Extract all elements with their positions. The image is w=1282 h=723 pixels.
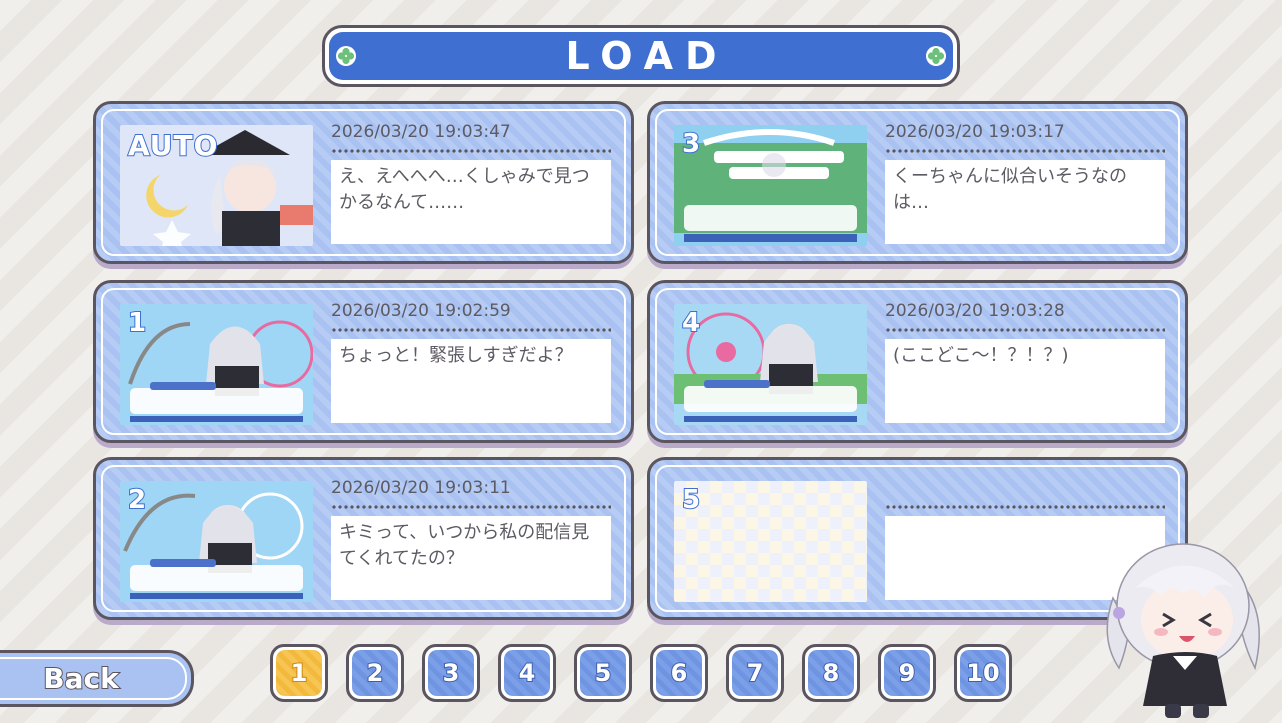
page-button-6[interactable]: 6 [650, 644, 708, 702]
slot-thumbnail: 3 [674, 125, 867, 246]
slot-message: くーちゃんに似合いそうなのは… [885, 160, 1165, 244]
divider [331, 149, 611, 153]
save-slot-4[interactable]: 4 2026/03/20 19:03:28 (ここどこ～！？！？) [647, 280, 1188, 443]
page-button-1[interactable]: 1 [270, 644, 328, 702]
clover-icon [926, 46, 946, 66]
slot-label: 3 [681, 128, 701, 160]
save-slot-2[interactable]: 2 2026/03/20 19:03:11 キミって、いつから私の配信見てくれて… [93, 457, 634, 620]
slot-thumbnail: 4 [674, 304, 867, 425]
divider [885, 505, 1165, 509]
slot-message: (ここどこ～！？！？) [885, 339, 1165, 423]
save-slot-auto[interactable]: AUTO 2026/03/20 19:03:47 え、えへへへ…くしゃみで見つか… [93, 101, 634, 264]
divider [885, 149, 1165, 153]
mascot-character [1106, 543, 1260, 718]
page-button-9[interactable]: 9 [878, 644, 936, 702]
slot-message: え、えへへへ…くしゃみで見つかるなんて…… [331, 160, 611, 244]
slot-label: 5 [681, 484, 701, 516]
back-button-label: Back [42, 661, 119, 696]
slot-label: AUTO [127, 128, 219, 163]
page-button-10[interactable]: 10 [954, 644, 1012, 702]
title-bar: LOAD [329, 32, 953, 80]
divider [331, 328, 611, 332]
page-button-8[interactable]: 8 [802, 644, 860, 702]
slot-thumbnail: 2 [120, 481, 313, 602]
page-button-3[interactable]: 3 [422, 644, 480, 702]
slot-message: ちょっと！緊張しすぎだよ？ [331, 339, 611, 423]
save-slot-3[interactable]: 3 2026/03/20 19:03:17 くーちゃんに似合いそうなのは… [647, 101, 1188, 264]
slot-date: 2026/03/20 19:03:11 [331, 478, 511, 498]
slot-date: 2026/03/20 19:03:17 [885, 122, 1065, 142]
slot-thumbnail: 1 [120, 304, 313, 425]
slot-label: 4 [681, 307, 701, 339]
clover-icon [336, 46, 356, 66]
slot-label: 1 [127, 307, 147, 339]
slot-label: 2 [127, 484, 147, 516]
slot-thumbnail: AUTO [120, 125, 313, 246]
page-button-2[interactable]: 2 [346, 644, 404, 702]
slot-thumbnail-empty: 5 [674, 481, 867, 602]
title-banner: LOAD [322, 25, 960, 87]
slot-date: 2026/03/20 19:03:28 [885, 301, 1065, 321]
page-button-4[interactable]: 4 [498, 644, 556, 702]
page-button-5[interactable]: 5 [574, 644, 632, 702]
save-slot-1[interactable]: 1 2026/03/20 19:02:59 ちょっと！緊張しすぎだよ？ [93, 280, 634, 443]
slot-date: 2026/03/20 19:02:59 [331, 301, 511, 321]
page-title: LOAD [565, 34, 729, 78]
back-button[interactable]: Back [0, 650, 194, 707]
page-button-7[interactable]: 7 [726, 644, 784, 702]
divider [885, 328, 1165, 332]
divider [331, 505, 611, 509]
slot-date: 2026/03/20 19:03:47 [331, 122, 511, 142]
slot-message: キミって、いつから私の配信見てくれてたの？ [331, 516, 611, 600]
